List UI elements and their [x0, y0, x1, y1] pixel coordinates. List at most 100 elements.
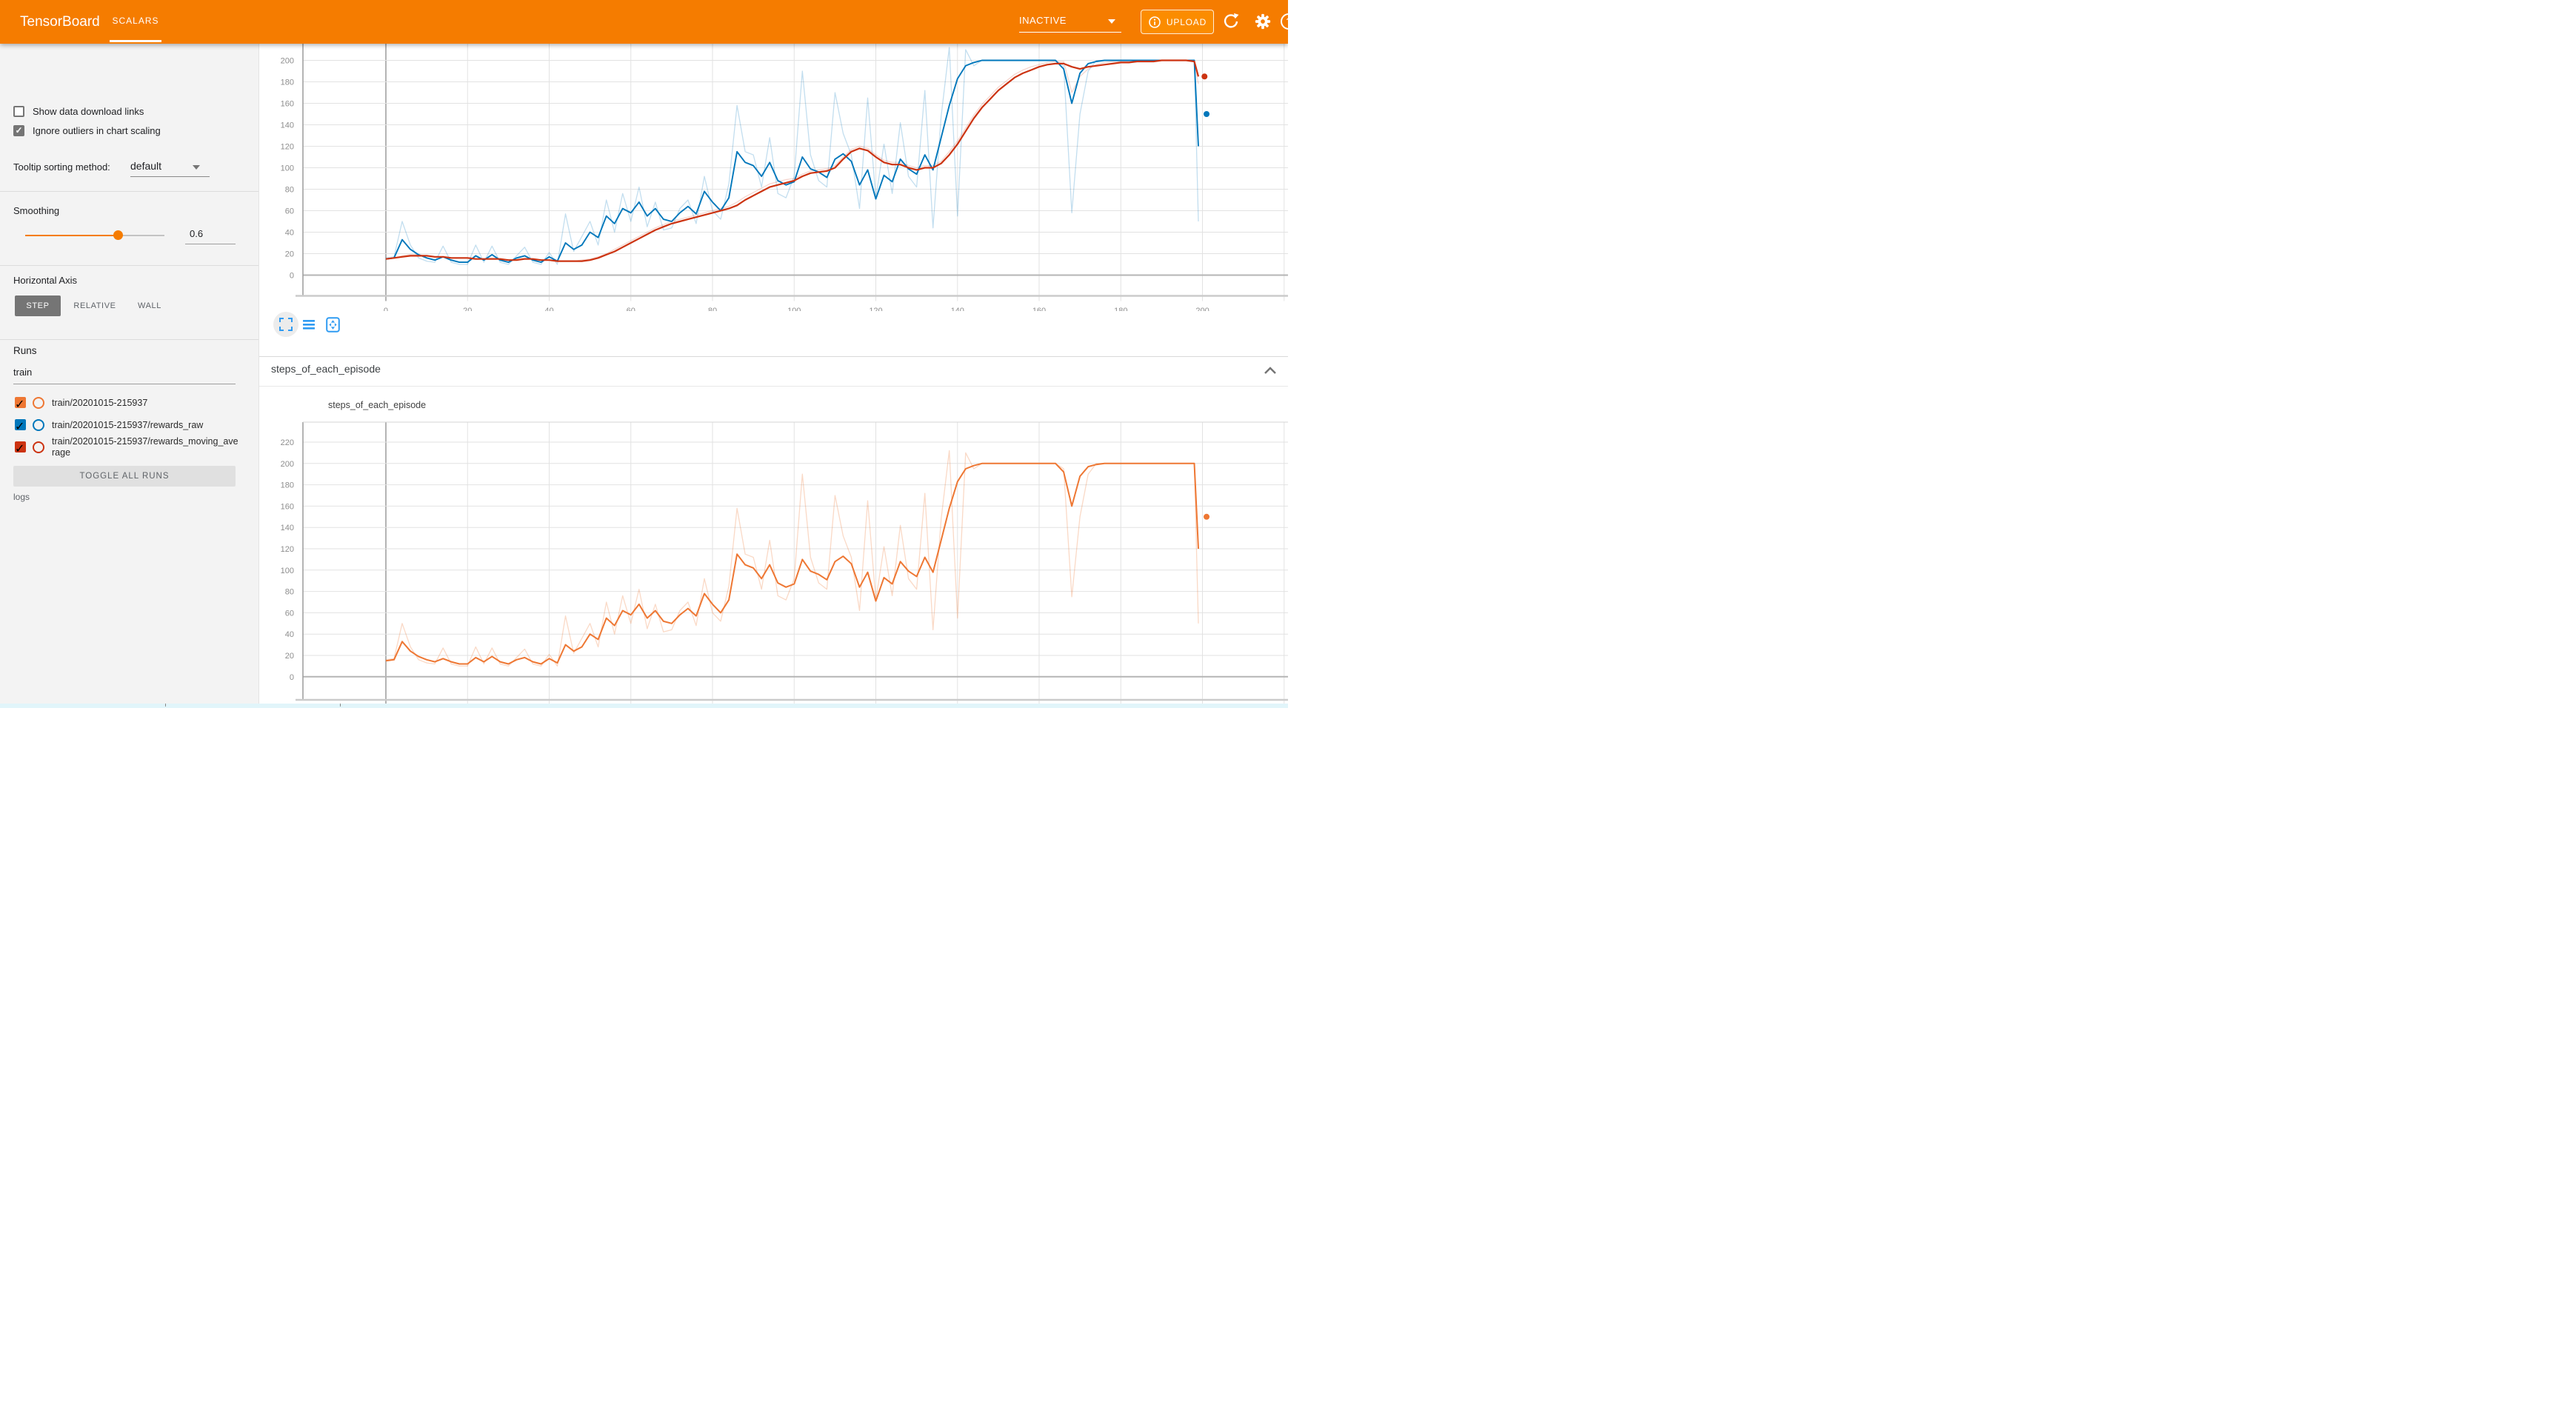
collapse-section-button[interactable] [1264, 365, 1277, 378]
ignore-outliers-checkbox[interactable]: ✓ [13, 125, 24, 136]
haxis-wall-button[interactable]: WALL [129, 295, 170, 316]
rewards-line-chart[interactable]: 0204060801001201401601802000204060801001… [258, 44, 1288, 311]
svg-text:100: 100 [281, 567, 294, 575]
checkmark-icon: ✓ [15, 443, 24, 455]
divider [258, 386, 1288, 387]
haxis-relative-button[interactable]: RELATIVE [67, 295, 123, 316]
upload-button[interactable]: UPLOAD [1141, 10, 1214, 34]
svg-text:60: 60 [285, 609, 294, 618]
divider [258, 356, 1288, 357]
chevron-down-icon [193, 165, 200, 170]
chart-card-title: steps_of_each_episode [328, 400, 426, 410]
checkmark-icon: ✓ [15, 398, 24, 411]
run-color-ring[interactable] [33, 397, 44, 409]
ignore-outliers-label: Ignore outliers in chart scaling [33, 125, 161, 136]
svg-text:0: 0 [290, 673, 294, 682]
run-label[interactable]: train/20201015-215937/rewards_moving_ave… [52, 436, 238, 458]
upload-button-label: UPLOAD [1167, 17, 1207, 27]
info-icon [1148, 16, 1161, 29]
haxis-step-button[interactable]: STEP [15, 295, 61, 316]
run-checkbox-rewards-raw[interactable]: ✓ [15, 419, 26, 430]
svg-text:160: 160 [281, 502, 294, 511]
svg-text:0: 0 [384, 307, 388, 311]
refresh-icon [1222, 13, 1240, 30]
divider [0, 191, 258, 192]
expand-chart-button[interactable] [279, 318, 293, 335]
logdir-label: logs [13, 492, 30, 502]
tooltip-select-underline [130, 176, 210, 177]
svg-text:80: 80 [708, 307, 717, 311]
run-checkbox-train[interactable]: ✓ [15, 397, 26, 408]
chevron-down-icon [1108, 19, 1115, 24]
svg-text:180: 180 [1114, 307, 1127, 311]
divider [0, 339, 258, 340]
run-checkbox-rewards-moving-average[interactable]: ✓ [15, 441, 26, 452]
app-header: TensorBoard SCALARS INACTIVE UPLOAD [0, 0, 1288, 44]
svg-text:60: 60 [627, 307, 635, 311]
toggle-all-runs-button[interactable]: TOGGLE ALL RUNS [13, 466, 236, 487]
runs-selector-button[interactable] [303, 318, 315, 334]
svg-text:40: 40 [285, 630, 294, 639]
show-download-links-label: Show data download links [33, 106, 144, 117]
svg-text:100: 100 [281, 164, 294, 173]
svg-text:120: 120 [281, 545, 294, 554]
checkmark-icon: ✓ [15, 421, 24, 433]
smoothing-label: Smoothing [13, 205, 59, 216]
svg-text:140: 140 [951, 307, 964, 311]
svg-text:20: 20 [285, 250, 294, 258]
svg-text:80: 80 [285, 186, 294, 195]
svg-text:120: 120 [281, 143, 294, 152]
svg-text:140: 140 [281, 121, 294, 130]
svg-text:160: 160 [281, 100, 294, 109]
smoothing-slider-fill [25, 235, 119, 236]
settings-button[interactable] [1254, 13, 1272, 30]
bottom-strip [0, 704, 1288, 708]
status-dropdown-value: INACTIVE [1019, 15, 1067, 26]
svg-text:0: 0 [290, 271, 294, 280]
svg-text:160: 160 [1032, 307, 1046, 311]
svg-text:20: 20 [463, 307, 472, 311]
svg-text:180: 180 [281, 481, 294, 490]
run-color-ring[interactable] [33, 419, 44, 431]
svg-text:20: 20 [285, 652, 294, 661]
svg-text:220: 220 [281, 438, 294, 447]
gear-icon [1254, 13, 1272, 30]
refresh-button[interactable] [1222, 13, 1240, 30]
status-dropdown[interactable]: INACTIVE [1019, 0, 1121, 44]
svg-text:200: 200 [1195, 307, 1209, 311]
runs-list-icon [303, 318, 315, 330]
divider [0, 265, 258, 266]
run-label[interactable]: train/20201015-215937 [52, 398, 238, 409]
svg-text:200: 200 [281, 57, 294, 66]
tooltip-sorting-value: default [130, 160, 161, 172]
fit-domain-button[interactable] [326, 317, 340, 336]
tab-scalars[interactable]: SCALARS [110, 0, 161, 42]
svg-text:40: 40 [285, 228, 294, 237]
run-label[interactable]: train/20201015-215937/rewards_raw [52, 420, 238, 431]
runs-filter-input[interactable] [13, 367, 228, 378]
smoothing-slider[interactable] [25, 235, 164, 236]
expand-icon [279, 318, 293, 331]
smoothing-value-input[interactable] [190, 228, 234, 239]
tick-mark [165, 704, 166, 707]
smoothing-slider-thumb[interactable] [113, 230, 123, 240]
fit-domain-icon [326, 317, 340, 333]
svg-text:140: 140 [281, 524, 294, 532]
svg-text:100: 100 [787, 307, 801, 311]
tab-scalars-label: SCALARS [112, 16, 159, 26]
tick-mark [340, 704, 341, 707]
svg-text:180: 180 [281, 79, 294, 87]
svg-text:200: 200 [281, 460, 294, 469]
run-color-ring[interactable] [33, 441, 44, 453]
runs-label: Runs [13, 345, 37, 356]
svg-text:120: 120 [869, 307, 882, 311]
horizontal-axis-label: Horizontal Axis [13, 275, 77, 286]
help-icon[interactable]: ? [1281, 13, 1288, 30]
tooltip-sorting-select[interactable]: default [130, 160, 161, 172]
section-title[interactable]: steps_of_each_episode [271, 363, 381, 375]
show-download-links-checkbox[interactable] [13, 106, 24, 117]
status-dropdown-underline [1019, 32, 1121, 33]
steps-line-chart[interactable]: 020406080100120140160180200220 [258, 415, 1288, 704]
sidebar: Show data download links ✓ Ignore outlie… [0, 44, 259, 704]
chevron-up-icon [1264, 367, 1277, 375]
